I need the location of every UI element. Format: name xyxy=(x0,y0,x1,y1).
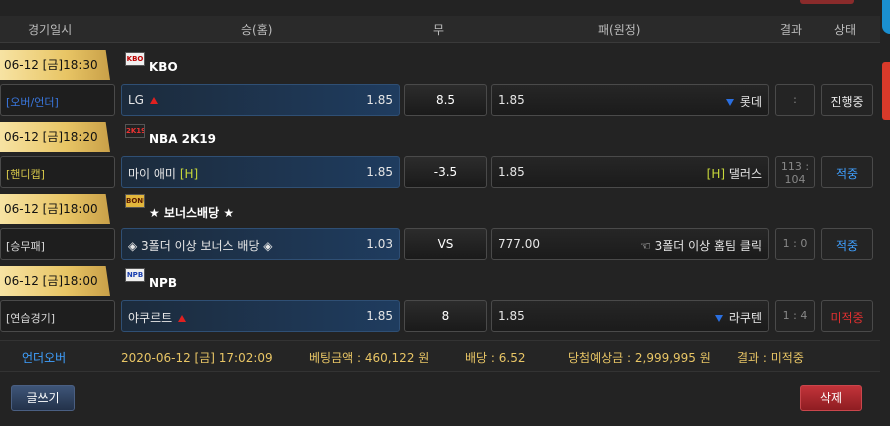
header-draw: 무 xyxy=(433,23,445,37)
bet-type: [연습경기] xyxy=(0,300,115,332)
league-name: KBO xyxy=(149,60,178,74)
delete-button[interactable]: 삭제 xyxy=(800,385,862,411)
home-team: 야쿠르트 xyxy=(128,309,187,326)
summary-odds: 배당 : 6.52 xyxy=(465,351,526,365)
away-option[interactable]: 1.85 롯데 xyxy=(491,84,769,116)
league-name: NPB xyxy=(149,276,177,290)
game-row: [오버/언더] LG 1.85 8.5 1.85 롯데 : 진행중 xyxy=(0,84,880,118)
home-odd: 1.85 xyxy=(366,165,393,179)
game-section: 06-12 [금]18:20 2K19 NBA 2K19 xyxy=(0,116,880,152)
game-status: 적중 xyxy=(821,156,873,188)
home-odd: 1.85 xyxy=(366,309,393,323)
home-option[interactable]: ◈ 3폴더 이상 보너스 배당 ◈ 1.03 xyxy=(121,228,400,260)
summary-type: 언더오버 xyxy=(22,351,67,365)
home-option[interactable]: 마이 애미 [H] 1.85 xyxy=(121,156,400,188)
header-status: 상태 xyxy=(834,23,857,37)
bonus-logo-icon: BONUS xyxy=(125,194,145,208)
header-away: 패(원정) xyxy=(598,23,641,37)
bet-type: [핸디캡] xyxy=(0,156,115,188)
game-section: 06-12 [금]18:00 BONUS ★ 보너스배당 ★ xyxy=(0,188,880,224)
home-team: ◈ 3폴더 이상 보너스 배당 ◈ xyxy=(128,239,273,253)
game-result: 113 : 104 xyxy=(775,156,815,188)
home-odd: 1.03 xyxy=(366,237,393,251)
npb-logo-icon: NPB xyxy=(125,268,145,282)
game-result: : xyxy=(775,84,815,116)
away-option[interactable]: 777.00 ☜ 3폴더 이상 홈팀 클릭 xyxy=(491,228,769,260)
game-datetime: 06-12 [금]18:20 xyxy=(0,122,110,152)
handicap-flag: [H] xyxy=(179,167,199,181)
home-team: 마이 애미 [H] xyxy=(128,167,199,181)
away-odd: 777.00 xyxy=(498,237,540,251)
home-option[interactable]: 야쿠르트 1.85 xyxy=(121,300,400,332)
top-right-tab xyxy=(800,0,854,4)
side-widget-top[interactable] xyxy=(882,0,890,34)
bet-type: [승무패] xyxy=(0,228,115,260)
nba-2k19-logo-icon: 2K19 xyxy=(125,124,145,138)
league-name: ★ 보너스배당 ★ xyxy=(149,206,235,220)
draw-option[interactable]: 8.5 xyxy=(404,84,487,116)
write-button[interactable]: 글쓰기 xyxy=(11,385,75,411)
table-header: 경기일시 승(홈) 무 패(원정) 결과 상태 xyxy=(0,16,880,43)
game-status: 적중 xyxy=(821,228,873,260)
side-widget-red[interactable] xyxy=(882,62,890,120)
header-date: 경기일시 xyxy=(28,23,73,37)
draw-option[interactable]: 8 xyxy=(404,300,487,332)
away-odd: 1.85 xyxy=(498,93,525,107)
game-section: 06-12 [금]18:00 NPB NPB xyxy=(0,260,880,296)
game-datetime: 06-12 [금]18:00 xyxy=(0,194,110,224)
game-row: [핸디캡] 마이 애미 [H] 1.85 -3.5 1.85 [H] 댈러스 1… xyxy=(0,156,880,190)
header-result: 결과 xyxy=(780,23,803,37)
kbo-logo-icon: KBO xyxy=(125,52,145,66)
bet-type: [오버/언더] xyxy=(0,84,115,116)
away-option[interactable]: 1.85 [H] 댈러스 xyxy=(491,156,769,188)
game-datetime: 06-12 [금]18:30 xyxy=(0,50,110,80)
home-team: LG xyxy=(128,93,158,107)
away-odd: 1.85 xyxy=(498,165,525,179)
game-result: 1 : 4 xyxy=(775,300,815,332)
summary-amount: 베팅금액 : 460,122 원 xyxy=(309,351,430,365)
league-name: NBA 2K19 xyxy=(149,132,217,146)
summary-datetime: 2020-06-12 [금] 17:02:09 xyxy=(121,351,273,365)
away-team: 라쿠텐 xyxy=(714,309,762,326)
draw-option[interactable]: -3.5 xyxy=(404,156,487,188)
home-option[interactable]: LG 1.85 xyxy=(121,84,400,116)
home-odd: 1.85 xyxy=(366,93,393,107)
away-team: [H] 댈러스 xyxy=(706,167,762,181)
away-option[interactable]: 1.85 라쿠텐 xyxy=(491,300,769,332)
header-home: 승(홈) xyxy=(241,23,273,37)
summary-expected: 당첨예상금 : 2,999,995 원 xyxy=(568,351,711,365)
game-datetime: 06-12 [금]18:00 xyxy=(0,266,110,296)
game-status: 진행중 xyxy=(821,84,873,116)
game-row: [승무패] ◈ 3폴더 이상 보너스 배당 ◈ 1.03 VS 777.00 ☜… xyxy=(0,228,880,262)
game-status: 미적중 xyxy=(821,300,873,332)
away-team: ☜ 3폴더 이상 홈팀 클릭 xyxy=(640,239,762,253)
up-arrow-icon xyxy=(178,315,187,322)
away-team: 롯데 xyxy=(725,93,762,110)
down-arrow-icon xyxy=(725,99,734,106)
game-result: 1 : 0 xyxy=(775,228,815,260)
down-arrow-icon xyxy=(714,315,723,322)
bet-summary: 언더오버 2020-06-12 [금] 17:02:09 베팅금액 : 460,… xyxy=(0,340,880,372)
away-odd: 1.85 xyxy=(498,309,525,323)
game-section: 06-12 [금]18:30 KBO KBO xyxy=(0,44,880,80)
game-row: [연습경기] 야쿠르트 1.85 8 1.85 라쿠텐 1 : 4 미적중 xyxy=(0,300,880,334)
handicap-flag: [H] xyxy=(706,167,726,181)
summary-result: 결과 : 미적중 xyxy=(737,351,804,365)
up-arrow-icon xyxy=(149,97,158,104)
draw-option[interactable]: VS xyxy=(404,228,487,260)
